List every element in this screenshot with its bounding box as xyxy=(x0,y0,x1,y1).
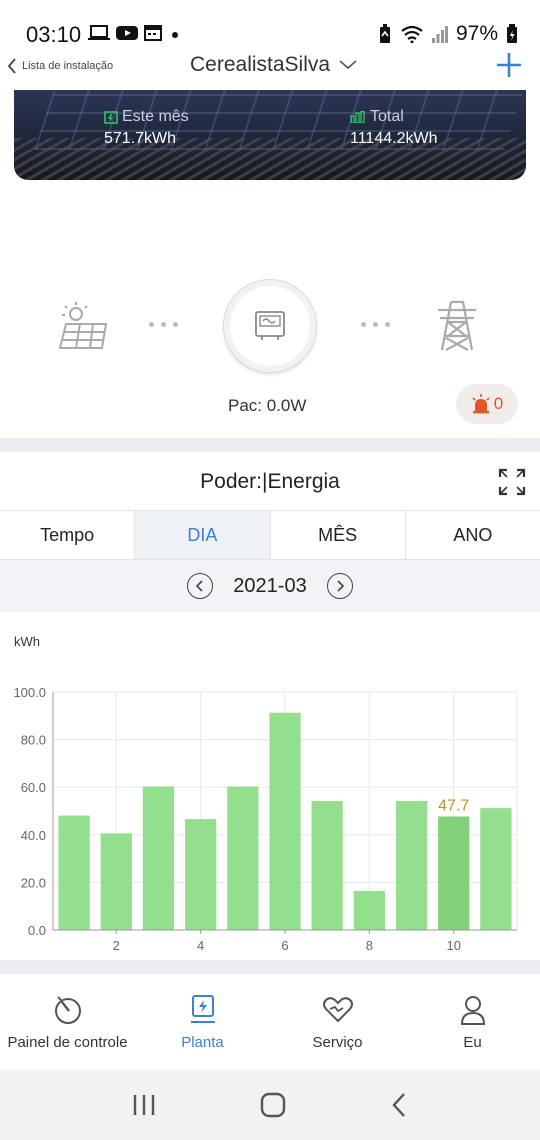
home-icon[interactable] xyxy=(260,1092,286,1118)
x-tick-label: 4 xyxy=(197,938,204,953)
date-navigator: 2021-03 xyxy=(0,560,540,612)
chart-bar[interactable] xyxy=(185,819,217,930)
laptop-icon xyxy=(88,24,110,40)
next-date-button[interactable] xyxy=(326,573,353,599)
battery-level: 97% xyxy=(455,22,498,45)
chart-header: Poder:|Energia xyxy=(0,452,540,510)
chart-bar[interactable] xyxy=(100,833,132,930)
tab-tempo[interactable]: Tempo xyxy=(0,511,136,559)
nav-painel-de-controle[interactable]: Painel de controle xyxy=(0,974,135,1070)
x-tick-label: 2 xyxy=(113,938,120,953)
energy-bar-chart: kWh 0.0 20.0 40.0 60.0 80.0 100.0 2 4 6 8 10 47.7 xyxy=(0,612,540,960)
chevron-down-icon xyxy=(339,60,357,70)
alarm-siren-icon xyxy=(472,394,490,414)
chart-bar[interactable] xyxy=(395,801,428,930)
nav-label: Planta xyxy=(181,1034,224,1051)
total-value: 11144.2kWh xyxy=(350,130,438,147)
signal-icon xyxy=(431,26,448,43)
alarm-count: 0 xyxy=(493,394,504,413)
chart-bar[interactable] xyxy=(480,808,512,930)
y-tick-label: 0.0 xyxy=(28,923,46,938)
back-icon[interactable] xyxy=(389,1092,409,1118)
power-grid-tower-icon xyxy=(438,300,476,351)
chart-title: Poder:|Energia xyxy=(200,470,340,493)
month-metric: Este mês 571.7kWh xyxy=(104,108,189,148)
chart-bar[interactable] xyxy=(269,712,301,930)
dashboard-icon xyxy=(54,996,81,1024)
dot-icon xyxy=(172,31,178,38)
flow-dots-right xyxy=(361,322,390,327)
nav-servico[interactable]: Serviço xyxy=(270,974,405,1070)
plant-icon xyxy=(190,995,215,1023)
chart-bar[interactable] xyxy=(227,786,259,930)
section-divider xyxy=(0,960,540,974)
chart-bar[interactable] xyxy=(58,815,90,930)
solar-panel-icon xyxy=(58,302,108,349)
month-label: Este mês xyxy=(122,108,189,125)
y-axis-unit-label: kWh xyxy=(14,634,40,649)
x-tick-label: 6 xyxy=(281,938,288,953)
chevron-right-icon xyxy=(337,580,344,592)
month-value: 571.7kWh xyxy=(104,130,177,147)
fullscreen-icon[interactable] xyxy=(498,468,526,496)
status-time: 03:10 xyxy=(26,22,82,47)
add-button[interactable] xyxy=(494,50,524,80)
chevron-left-icon xyxy=(7,58,16,74)
back-button[interactable]: Lista de instalação xyxy=(6,56,113,76)
youtube-icon xyxy=(116,25,138,40)
nav-eu[interactable]: Eu xyxy=(405,974,540,1070)
bottom-navigation: Painel de controle Planta Serviço Eu xyxy=(0,974,540,1070)
nav-label: Painel de controle xyxy=(7,1034,128,1051)
bar-value-label: 47.7 xyxy=(438,797,469,814)
system-navigation-bar xyxy=(0,1070,540,1140)
battery-icon xyxy=(507,24,517,43)
energy-summary-banner: Este mês 571.7kWh Total 11144.2kWh xyxy=(14,90,526,180)
total-metric: Total 11144.2kWh xyxy=(350,108,437,148)
status-bar: 03:10 97% xyxy=(0,0,540,50)
period-tabs: Tempo DIA MÊS ANO xyxy=(0,510,540,560)
service-icon xyxy=(322,997,353,1023)
back-label: Lista de instalação xyxy=(22,60,114,72)
battery-charge-icon xyxy=(104,111,118,124)
plant-name: CerealistaSilva xyxy=(190,53,331,76)
previous-date-button[interactable] xyxy=(187,573,214,599)
battery-saver-icon xyxy=(379,24,390,43)
energy-flow-diagram: Pac: 0.0W 0 xyxy=(0,270,540,440)
plant-selector[interactable]: CerealistaSilva xyxy=(190,53,358,77)
nav-label: Serviço xyxy=(312,1034,363,1051)
chart-bar[interactable] xyxy=(353,890,385,930)
calendar-icon xyxy=(144,25,162,41)
bar-chart-icon xyxy=(350,111,365,123)
flow-dots-left xyxy=(149,322,178,327)
nav-planta[interactable]: Planta xyxy=(135,974,270,1070)
y-tick-label: 100.0 xyxy=(13,685,46,700)
nav-label: Eu xyxy=(463,1034,482,1051)
y-tick-label: 60.0 xyxy=(21,780,46,795)
y-tick-label: 80.0 xyxy=(21,733,46,748)
section-divider xyxy=(0,438,540,452)
chart-bar[interactable] xyxy=(438,816,470,930)
chart-svg: kWh 0.0 20.0 40.0 60.0 80.0 100.0 2 4 6 8 10 47.7 xyxy=(13,634,518,953)
chart-bar[interactable] xyxy=(311,801,343,930)
recent-apps-icon[interactable] xyxy=(131,1093,157,1117)
user-icon xyxy=(460,996,485,1025)
app-header: Lista de instalação CerealistaSilva xyxy=(0,50,540,90)
wifi-icon xyxy=(401,25,423,43)
inverter-button[interactable] xyxy=(224,280,316,372)
x-tick-label: 10 xyxy=(446,938,460,953)
alarm-button[interactable]: 0 xyxy=(456,384,518,424)
pac-value: Pac: 0.0W xyxy=(228,396,307,415)
chart-bar[interactable] xyxy=(142,786,175,930)
y-tick-label: 40.0 xyxy=(21,828,46,843)
y-tick-label: 20.0 xyxy=(21,875,46,890)
total-label: Total xyxy=(370,108,404,125)
tab-dia[interactable]: DIA xyxy=(135,511,271,559)
tab-ano[interactable]: ANO xyxy=(405,511,540,559)
inverter-icon xyxy=(255,311,285,340)
tab-mes[interactable]: MÊS xyxy=(270,511,406,559)
x-tick-label: 8 xyxy=(366,938,373,953)
selected-date[interactable]: 2021-03 xyxy=(233,575,306,598)
chevron-left-icon xyxy=(196,580,203,592)
